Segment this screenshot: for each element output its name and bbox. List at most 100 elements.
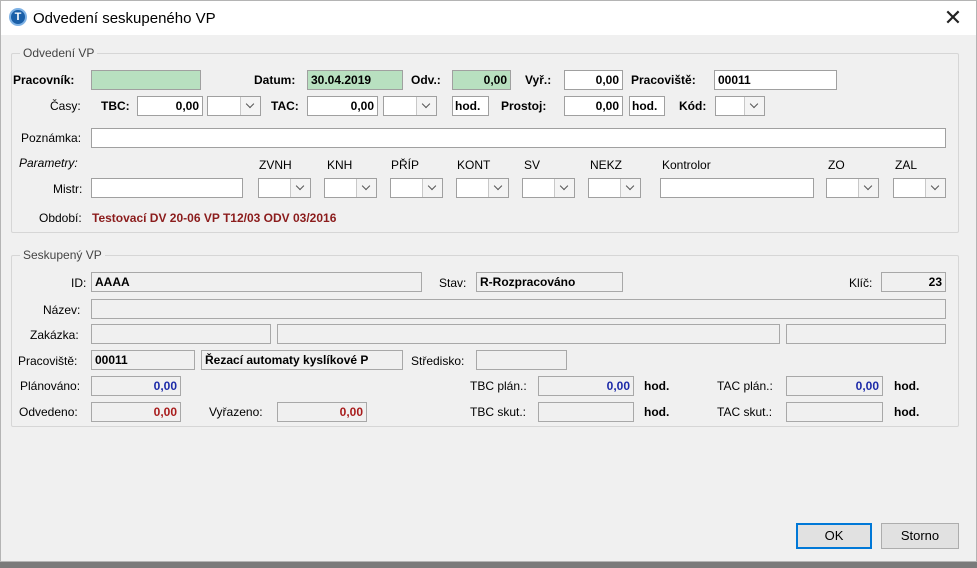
vyrazeno-field: 0,00 [277,402,367,422]
kontrolor-field[interactable] [660,178,814,198]
prostoj-field[interactable]: 0,00 [564,96,623,116]
group-seskupeny-title: Seskupený VP [20,248,105,262]
zakazka-field-1 [91,324,271,344]
odvedeno-field: 0,00 [91,402,181,422]
s-pracoviste-code: 00011 [91,350,195,370]
close-icon[interactable]: ✕ [940,5,966,31]
tac-field[interactable]: 0,00 [307,96,378,116]
vyr-field[interactable]: 0,00 [564,70,623,90]
tac-unit-combo[interactable] [383,96,437,116]
nazev-label: Název: [43,303,81,317]
param-nekz-header: NEKZ [590,158,623,172]
pracoviste-field[interactable]: 00011 [714,70,837,90]
param-zo-header: ZO [828,158,845,172]
storno-button[interactable]: Storno [881,523,959,549]
pracovnik-field[interactable] [91,70,201,90]
stredisko-label: Středisko: [411,354,465,368]
tbc-plan-hod: hod. [644,379,670,393]
kont-combo[interactable] [456,178,509,198]
param-zal-header: ZAL [895,158,918,172]
chevron-down-icon[interactable] [554,179,574,197]
param-kont-header: KONT [457,158,491,172]
nazev-field [91,299,946,319]
mistr-label: Mistr: [53,182,83,196]
param-sv-header: SV [524,158,541,172]
tac-label: TAC: [271,99,299,113]
kod-combo[interactable] [715,96,765,116]
zakazka-field-3 [786,324,946,344]
id-field: AAAA [91,272,422,292]
param-knh-header: KNH [327,158,353,172]
tbc-skut-field [538,402,634,422]
odvedeno-label: Odvedeno: [19,405,78,419]
chevron-down-icon[interactable] [744,97,764,115]
s-pracoviste-label: Pracoviště: [18,354,78,368]
zo-combo[interactable] [826,178,879,198]
chevron-down-icon[interactable] [488,179,508,197]
vyr-label: Vyř.: [525,73,552,87]
odv-label: Odv.: [411,73,441,87]
window-title: Odvedení seskupeného VP [33,10,216,27]
param-prip-header: PŘÍP [391,158,420,172]
mistr-field[interactable] [91,178,243,198]
stav-field: R-Rozpracováno [476,272,623,292]
title-bar: T Odvedení seskupeného VP ✕ [1,1,976,35]
zakazka-field-2 [277,324,780,344]
chevron-down-icon[interactable] [422,179,442,197]
nekz-combo[interactable] [588,178,641,198]
pracovnik-label: Pracovník: [13,73,75,87]
param-zvnh-header: ZVNH [259,158,292,172]
tac-plan-label: TAC plán.: [717,379,773,393]
sv-combo[interactable] [522,178,575,198]
chevron-down-icon[interactable] [290,179,310,197]
klic-label: Klíč: [849,276,873,290]
stav-label: Stav: [439,276,467,290]
tbc-skut-label: TBC skut.: [470,405,527,419]
prostoj-label: Prostoj: [501,99,547,113]
tbc-skut-hod: hod. [644,405,670,419]
planovano-label: Plánováno: [20,379,81,393]
poznamka-field[interactable] [91,128,946,148]
datum-label: Datum: [254,73,296,87]
casy-label: Časy: [50,99,81,113]
tbc-plan-field: 0,00 [538,376,634,396]
hod-unit-box: hod. [452,96,489,116]
obdobi-value: Testovací DV 20-06 VP T12/03 ODV 03/2016 [92,211,337,225]
tbc-field[interactable]: 0,00 [137,96,203,116]
tbc-plan-label: TBC plán.: [470,379,527,393]
tac-skut-label: TAC skut.: [717,405,773,419]
tac-skut-field [786,402,883,422]
klic-field: 23 [881,272,946,292]
tac-plan-field: 0,00 [786,376,883,396]
obdobi-label: Období: [39,211,82,225]
kod-label: Kód: [679,99,707,113]
pracoviste-label: Pracoviště: [631,73,696,87]
vyrazeno-label: Vyřazeno: [209,405,263,419]
parametry-label: Parametry: [19,156,78,170]
tac-plan-hod: hod. [894,379,920,393]
datum-field[interactable]: 30.04.2019 [307,70,403,90]
chevron-down-icon[interactable] [356,179,376,197]
tbc-unit-combo[interactable] [207,96,261,116]
prostoj-hod-box: hod. [629,96,665,116]
chevron-down-icon[interactable] [620,179,640,197]
tac-skut-hod: hod. [894,405,920,419]
tbc-label: TBC: [101,99,130,113]
zvnh-combo[interactable] [258,178,311,198]
zal-combo[interactable] [893,178,946,198]
app-icon: T [9,8,27,26]
id-label: ID: [71,276,87,290]
param-kontrolor-header: Kontrolor [662,158,711,172]
chevron-down-icon[interactable] [858,179,878,197]
group-odvedeni-title: Odvedení VP [20,46,98,60]
poznamka-label: Poznámka: [21,131,82,145]
dialog-window: T Odvedení seskupeného VP ✕ Odvedení VP … [0,0,977,562]
odv-field[interactable]: 0,00 [452,70,511,90]
planovano-field: 0,00 [91,376,181,396]
chevron-down-icon[interactable] [416,97,436,115]
knh-combo[interactable] [324,178,377,198]
prip-combo[interactable] [390,178,443,198]
chevron-down-icon[interactable] [925,179,945,197]
ok-button[interactable]: OK [796,523,872,549]
chevron-down-icon[interactable] [240,97,260,115]
